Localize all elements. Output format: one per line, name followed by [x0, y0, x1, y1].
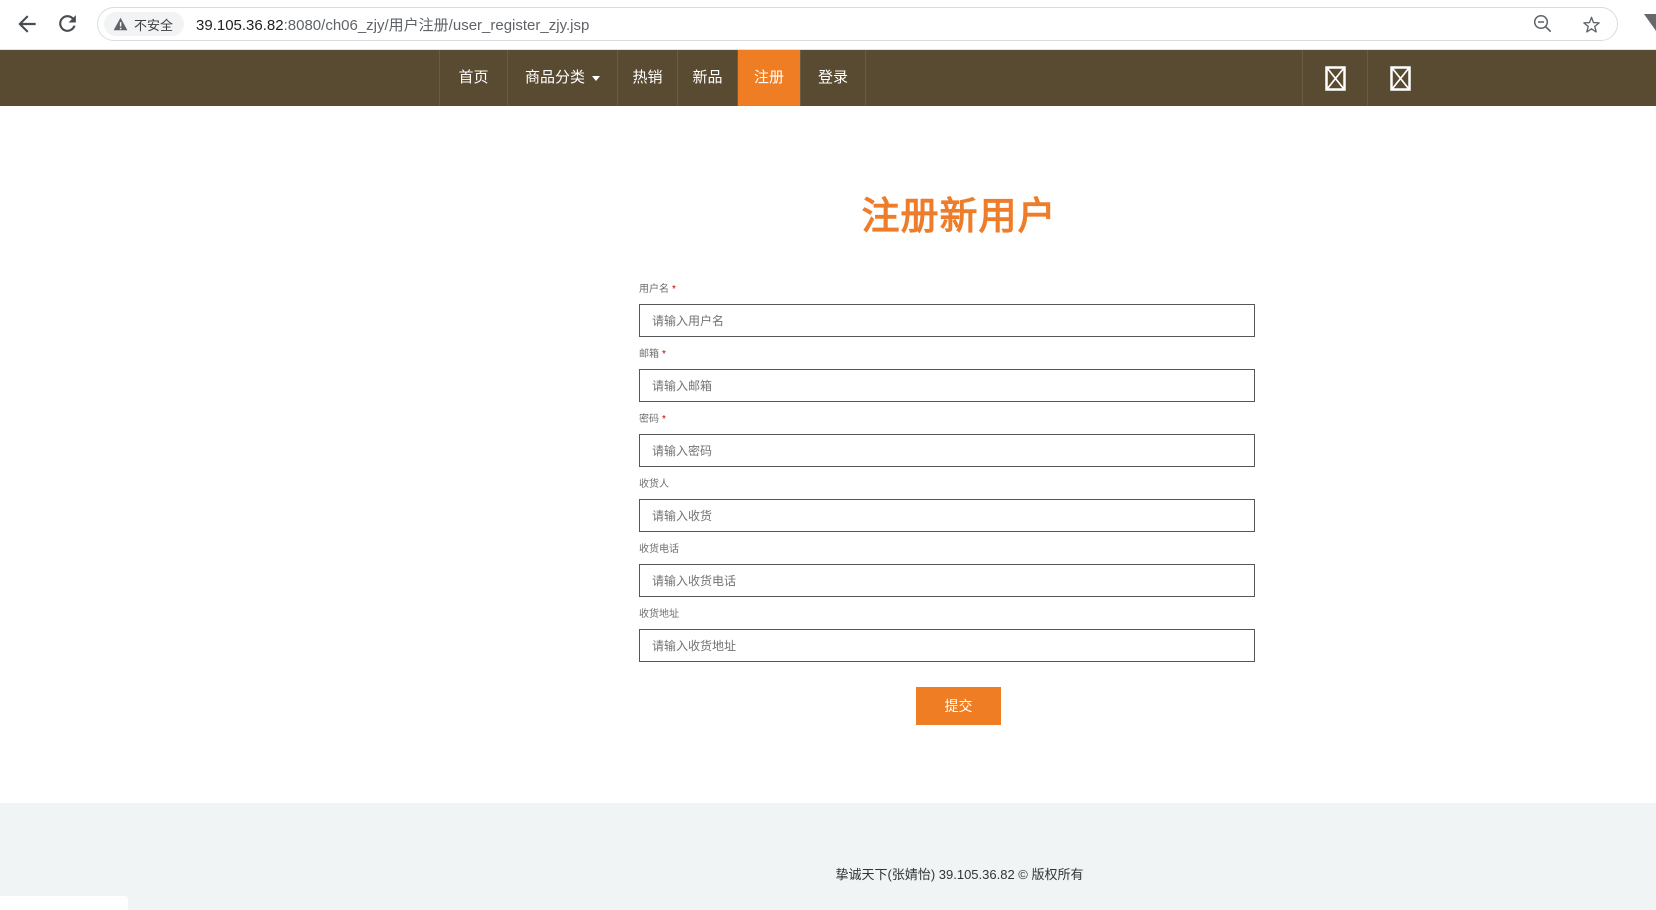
field-email: 邮箱*	[639, 348, 1255, 402]
required-marker: *	[672, 284, 676, 295]
reload-button[interactable]	[55, 11, 80, 41]
email-input[interactable]	[639, 369, 1255, 402]
copyright-text: 挚诚天下(张婧怡) 39.105.36.82 © 版权所有	[632, 864, 1287, 883]
phone-label: 收货电话	[639, 543, 1255, 556]
chevron-down-icon	[592, 76, 600, 81]
browser-window: 不安全 39.105.36.82:8080/ch06_zjy/用户注册/user…	[0, 0, 1656, 910]
browser-toolbar: 不安全 39.105.36.82:8080/ch06_zjy/用户注册/user…	[0, 0, 1656, 50]
nav-item-new[interactable]: 新品	[677, 50, 737, 106]
password-label: 密码*	[639, 413, 1255, 426]
nav-broken-image-1[interactable]	[1302, 50, 1367, 106]
security-label: 不安全	[134, 15, 173, 34]
nav-item-hot[interactable]: 热销	[617, 50, 677, 106]
page-content: 注册新用户 用户名* 邮箱* 密码* 收货人 收货电话	[0, 106, 1656, 803]
broken-image-icon	[1325, 66, 1346, 91]
url-path: :8080/ch06_zjy/用户注册/user_register_zjy.js…	[284, 17, 590, 34]
nav-spacer	[0, 50, 439, 106]
nav-broken-image-2[interactable]	[1367, 50, 1432, 106]
email-label: 邮箱*	[639, 348, 1255, 361]
page-footer: 挚诚天下(张婧怡) 39.105.36.82 © 版权所有	[0, 803, 1656, 910]
address-bar[interactable]: 不安全 39.105.36.82:8080/ch06_zjy/用户注册/user…	[97, 7, 1618, 41]
status-bubble	[0, 896, 128, 910]
username-label: 用户名*	[639, 283, 1255, 296]
address-label: 收货地址	[639, 608, 1255, 621]
nav-item-login[interactable]: 登录	[800, 50, 866, 106]
nav-item-register[interactable]: 注册	[737, 50, 800, 106]
reload-icon	[55, 11, 80, 36]
consignee-input[interactable]	[639, 499, 1255, 532]
broken-image-icon	[1390, 66, 1411, 91]
field-consignee: 收货人	[639, 478, 1255, 532]
username-input[interactable]	[639, 304, 1255, 337]
warning-icon	[113, 17, 128, 31]
corner-decoration-icon	[1644, 14, 1656, 31]
field-password: 密码*	[639, 413, 1255, 467]
required-marker: *	[662, 414, 666, 425]
submit-button[interactable]: 提交	[916, 687, 1001, 725]
required-marker: *	[662, 349, 666, 360]
url-text: 39.105.36.82:8080/ch06_zjy/用户注册/user_reg…	[196, 14, 589, 35]
bookmark-star-icon[interactable]	[1580, 13, 1603, 36]
nav-item-categories[interactable]: 商品分类	[507, 50, 617, 106]
address-input[interactable]	[639, 629, 1255, 662]
nav-item-home[interactable]: 首页	[439, 50, 507, 106]
register-form: 用户名* 邮箱* 密码* 收货人 收货电话 收货地址	[639, 283, 1255, 725]
zoom-out-icon[interactable]	[1532, 13, 1554, 35]
password-input[interactable]	[639, 434, 1255, 467]
field-username: 用户名*	[639, 283, 1255, 337]
url-host: 39.105.36.82	[196, 17, 284, 34]
field-address: 收货地址	[639, 608, 1255, 662]
field-phone: 收货电话	[639, 543, 1255, 597]
phone-input[interactable]	[639, 564, 1255, 597]
consignee-label: 收货人	[639, 478, 1255, 491]
back-arrow-icon	[14, 11, 40, 37]
page-title: 注册新用户	[779, 185, 1139, 240]
security-badge[interactable]: 不安全	[104, 12, 184, 36]
back-button[interactable]	[14, 11, 40, 42]
main-nav: 首页 商品分类 热销 新品 注册 登录	[0, 50, 1656, 106]
